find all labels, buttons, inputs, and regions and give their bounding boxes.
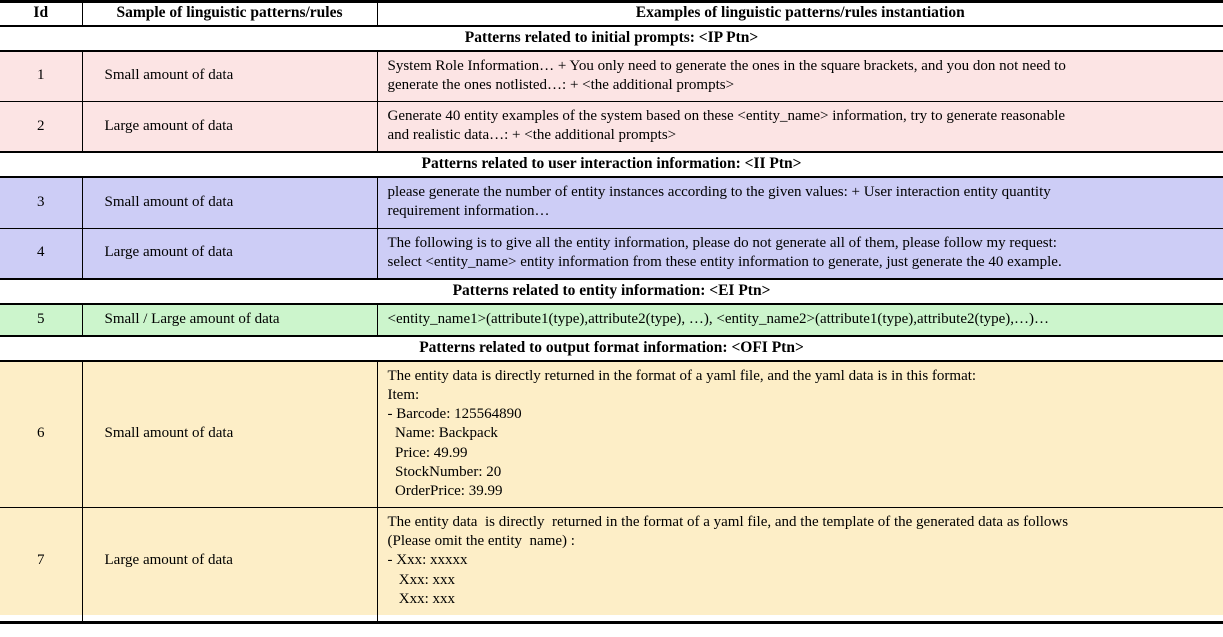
example-text: <entity_name1>(attribute1(type),attribut… <box>388 310 1210 329</box>
example-text: Generate 40 entity examples of the syste… <box>388 107 1210 145</box>
section-banner-label: Patterns related to output format inform… <box>0 334 1223 362</box>
table-row: 3 Small amount of data please generate the… <box>0 177 1223 229</box>
example-line: StockNumber: 20 <box>387 463 502 480</box>
example-line: (Please omit the entity name) : <box>387 533 575 550</box>
section-banner-label: Patterns related to initial prompts: <IP… <box>0 24 1223 52</box>
table-trailing-row <box>0 615 1223 621</box>
table-row: 6 Small amount of data The entity data is … <box>0 360 1223 509</box>
example-line: please generate the number of entity ins… <box>387 184 1051 201</box>
section-banner-row: Patterns related to user interaction inf… <box>0 151 1223 179</box>
example-text: The following is to give all the entity … <box>388 234 1210 272</box>
section-banner-row: Patterns related to initial prompts: <IP… <box>0 24 1223 52</box>
example-text: The entity data is directly returned in … <box>388 513 1210 609</box>
cell-sample: Small amount of data <box>82 360 378 509</box>
column-header-example: Examples of linguistic patterns/rules in… <box>377 3 1223 27</box>
cell-id: 5 <box>0 303 83 336</box>
example-line: - Xxx: xxxxx <box>387 552 468 569</box>
cell-example: The following is to give all the entity … <box>377 228 1223 279</box>
example-text: please generate the number of entity ins… <box>388 183 1210 221</box>
cell-id: 1 <box>0 50 83 102</box>
cell-example: System Role Information… + You only need… <box>377 50 1223 102</box>
table-row: 7 Large amount of data The entity data is … <box>0 507 1223 615</box>
cell-example: <entity_name1>(attribute1(type),attribut… <box>377 303 1223 336</box>
column-header-sample: Sample of linguistic patterns/rules <box>82 3 378 27</box>
table-header-row: Id Sample of linguistic patterns/rules Exa… <box>0 3 1223 27</box>
cell-sample: Small / Large amount of data <box>82 303 378 336</box>
trailing-cell <box>82 615 378 621</box>
example-line: Xxx: xxx <box>387 571 455 588</box>
example-line: OrderPrice: 39.99 <box>387 482 503 499</box>
column-header-id: Id <box>0 3 83 27</box>
example-line: Generate 40 entity examples of the syste… <box>387 108 1066 124</box>
example-text: System Role Information… + You only need… <box>388 57 1210 95</box>
cell-sample: Small amount of data <box>82 177 378 229</box>
example-line: System Role Information… + You only need… <box>387 57 1066 74</box>
cell-example: Generate 40 entity examples of the syste… <box>377 101 1223 153</box>
example-line: Price: 49.99 <box>387 444 468 461</box>
table-row: 5 Small / Large amount of data <entity_nam… <box>0 303 1223 336</box>
cell-sample: Large amount of data <box>82 101 378 153</box>
cell-sample: Large amount of data <box>82 228 378 279</box>
table-row: 2 Large amount of data Generate 40 entity … <box>0 101 1223 153</box>
cell-sample: Large amount of data <box>82 507 378 615</box>
cell-id: 2 <box>0 101 83 153</box>
example-line: Name: Backpack <box>387 425 498 442</box>
example-line: <entity_name1>(attribute1(type),attribut… <box>387 310 1050 327</box>
example-text: The entity data is directly returned in … <box>388 367 1210 501</box>
linguistic-patterns-table: Id Sample of linguistic patterns/rules Exa… <box>0 3 1223 621</box>
cell-id: 3 <box>0 177 83 229</box>
cell-id: 7 <box>0 507 83 615</box>
cell-id: 4 <box>0 228 83 279</box>
example-line: requirement information… <box>387 203 550 220</box>
example-line: and realistic data…: + <the additional p… <box>387 127 677 144</box>
table-row: 4 Large amount of data The following is to… <box>0 228 1223 279</box>
cell-example: please generate the number of entity ins… <box>377 177 1223 229</box>
cell-example: The entity data is directly returned in … <box>377 507 1223 615</box>
table-row: 1 Small amount of data System Role Informa… <box>0 50 1223 102</box>
example-line: generate the ones notlisted…: + <the add… <box>387 76 735 93</box>
example-line: Xxx: xxx <box>387 590 455 607</box>
example-line: The following is to give all the entity … <box>387 234 1057 251</box>
section-banner-row: Patterns related to entity information: … <box>0 277 1223 305</box>
example-line: Item: <box>387 386 420 403</box>
example-line: - Barcode: 125564890 <box>387 406 522 423</box>
section-banner-row: Patterns related to output format inform… <box>0 334 1223 362</box>
cell-example: The entity data is directly returned in … <box>377 360 1223 509</box>
cell-id: 6 <box>0 360 83 509</box>
trailing-cell <box>0 615 83 621</box>
example-line: The entity data is directly returned in … <box>387 367 977 384</box>
cell-sample: Small amount of data <box>82 50 378 102</box>
pattern-table-container: Id Sample of linguistic patterns/rules Exa… <box>0 0 1223 624</box>
example-line: The entity data is directly returned in … <box>387 514 1069 531</box>
section-banner-label: Patterns related to user interaction inf… <box>0 151 1223 179</box>
section-banner-label: Patterns related to entity information: … <box>0 277 1223 305</box>
trailing-cell <box>377 615 1223 621</box>
example-line: select <entity_name> entity information … <box>387 253 1062 270</box>
